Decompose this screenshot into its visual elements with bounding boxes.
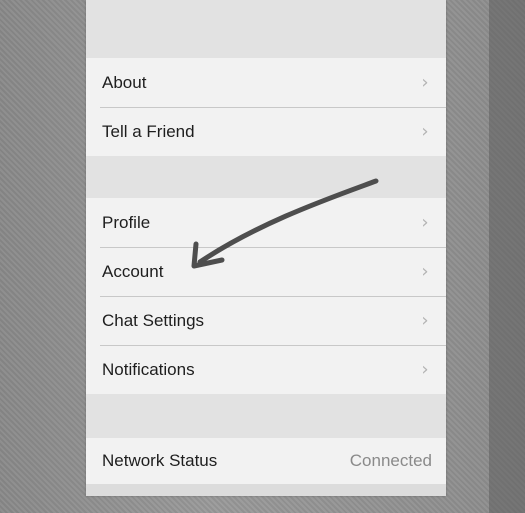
chevron-right-icon: › bbox=[421, 212, 429, 233]
settings-row-about[interactable]: About › bbox=[86, 58, 446, 107]
section-spacer bbox=[86, 394, 446, 438]
settings-row-account[interactable]: Account › bbox=[86, 247, 446, 296]
network-status-value: Connected bbox=[349, 451, 432, 470]
settings-row-network-status[interactable]: Network Status Connected bbox=[86, 438, 446, 484]
row-label-tell-a-friend: Tell a Friend bbox=[102, 121, 195, 141]
settings-group-info: About › Tell a Friend › bbox=[86, 58, 446, 156]
row-label-account: Account bbox=[102, 261, 164, 281]
row-label-profile: Profile bbox=[102, 212, 151, 232]
settings-screen: About › Tell a Friend › Profile › Accoun… bbox=[86, 0, 446, 496]
chevron-right-icon: › bbox=[421, 359, 429, 380]
chevron-right-icon: › bbox=[421, 310, 429, 331]
settings-row-chat-settings[interactable]: Chat Settings › bbox=[86, 296, 446, 345]
row-label-notifications: Notifications bbox=[102, 359, 195, 379]
row-label-about: About bbox=[102, 72, 147, 92]
top-group-spacer bbox=[86, 0, 446, 58]
chevron-right-icon: › bbox=[421, 121, 429, 142]
settings-row-notifications[interactable]: Notifications › bbox=[86, 345, 446, 394]
section-spacer bbox=[86, 156, 446, 198]
row-label-chat-settings: Chat Settings bbox=[102, 310, 205, 330]
settings-group-network: Network Status Connected bbox=[86, 438, 446, 484]
bottom-edge bbox=[86, 484, 446, 496]
settings-row-tell-a-friend[interactable]: Tell a Friend › bbox=[86, 107, 446, 156]
chevron-right-icon: › bbox=[421, 261, 429, 282]
row-label-network-status: Network Status bbox=[102, 451, 218, 470]
settings-row-profile[interactable]: Profile › bbox=[86, 198, 446, 247]
chevron-right-icon: › bbox=[421, 72, 429, 93]
settings-group-account: Profile › Account › Chat Settings › Noti… bbox=[86, 198, 446, 394]
